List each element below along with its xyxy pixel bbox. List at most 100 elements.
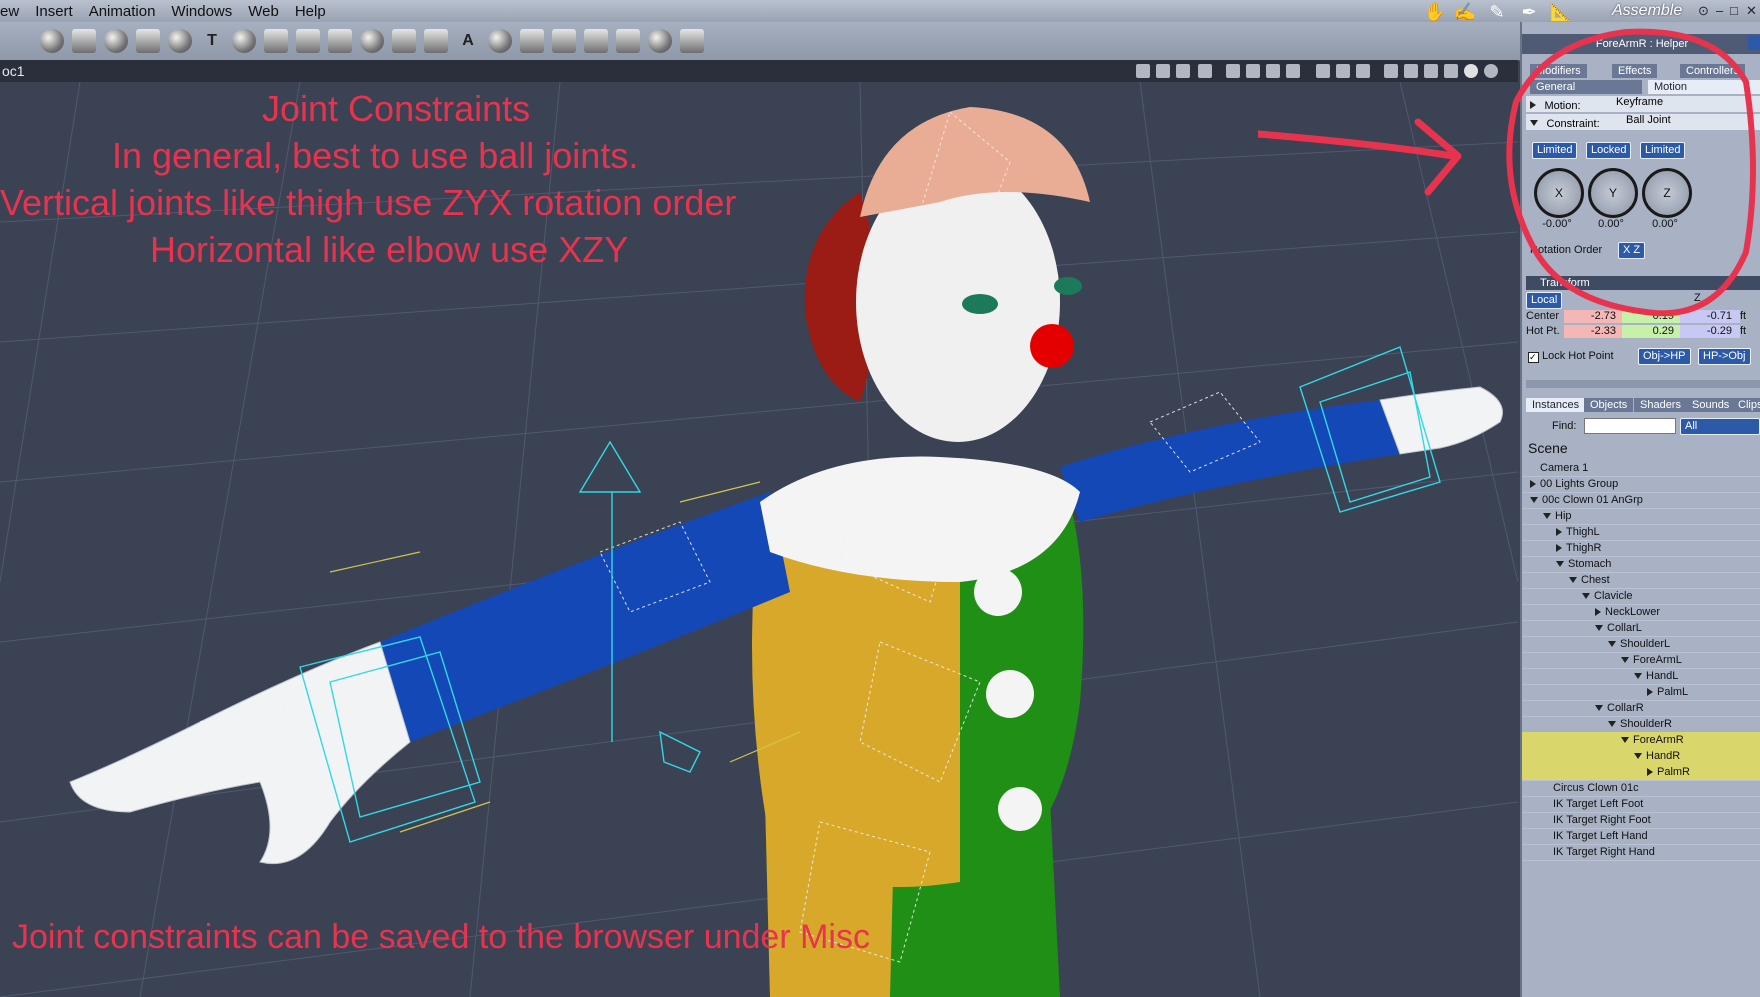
chair-tool-icon[interactable] [616,29,640,53]
paint-tool-icon[interactable] [552,29,576,53]
tree-row[interactable]: ShoulderR [1522,716,1760,733]
frame-icon[interactable] [1198,64,1212,78]
constraint-dropdown[interactable]: Ball Joint [1626,114,1671,126]
minimize-icon[interactable]: – [1716,3,1723,18]
constraint-expand-icon[interactable] [1530,119,1538,126]
expand-icon[interactable] [1647,768,1653,777]
mesh-tool-icon[interactable] [424,29,448,53]
tree-row[interactable]: NeckLower [1522,604,1760,621]
hotpt-z-field[interactable]: -0.29 [1680,325,1740,338]
tree-row[interactable]: IK Target Left Foot [1522,796,1760,813]
torus-tool-icon[interactable] [168,29,192,53]
tab-effects[interactable]: Effects [1612,64,1658,78]
menu-insert[interactable]: Insert [35,3,73,20]
center-y-field[interactable]: 0.19 [1622,310,1682,323]
tab-shaders[interactable]: Shaders [1634,398,1687,412]
hand-tool-icon[interactable] [360,29,384,53]
expand-icon[interactable] [1556,544,1562,553]
star-tool-icon[interactable] [296,29,320,53]
hp-to-obj-button[interactable]: HP->Obj [1698,348,1751,365]
close-icon[interactable]: ✕ [1746,3,1757,19]
tree-row[interactable]: CollarR [1522,700,1760,717]
font-tool-icon[interactable]: A [456,29,480,53]
tree-row[interactable]: Chest [1522,572,1760,589]
hotpt-y-field[interactable]: 0.29 [1622,325,1682,338]
motion-expand-icon[interactable] [1530,100,1536,109]
tree-row[interactable]: Hip [1522,508,1760,525]
center-x-field[interactable]: -2.73 [1564,310,1624,323]
tab-motion[interactable]: Motion [1648,80,1760,94]
tree-row[interactable]: IK Target Left Hand [1522,828,1760,845]
globe-tool-icon[interactable] [104,29,128,53]
tree-row[interactable]: ForeArmR [1522,732,1760,749]
shaded-sphere-icon[interactable] [1464,64,1478,78]
collapse-icon[interactable] [1621,737,1629,744]
obj-to-hp-button[interactable]: Obj->HP [1638,348,1691,365]
single-view-icon[interactable] [1226,64,1240,78]
solid-cube-icon[interactable] [1444,64,1458,78]
target-tool-icon[interactable] [648,29,672,53]
collapse-icon[interactable] [1543,513,1551,520]
shield-alt-icon[interactable] [1336,64,1350,78]
menu-view[interactable]: ew [0,3,19,20]
pencil-icon[interactable]: ✎ [1484,2,1510,22]
collapse-icon[interactable] [1608,721,1616,728]
collapse-icon[interactable] [1595,625,1603,632]
quad-view-icon[interactable] [1266,64,1280,78]
six-view-icon[interactable] [1286,64,1300,78]
collapse-icon[interactable] [1582,593,1590,600]
y-rotation-dial[interactable]: Y [1588,168,1638,218]
tree-row[interactable]: PalmL [1522,684,1760,701]
x-rotation-dial[interactable]: X [1534,168,1584,218]
maximize-icon[interactable]: □ [1730,3,1738,18]
expand-icon[interactable] [1595,608,1601,617]
tree-row[interactable]: PalmR [1522,764,1760,781]
3d-viewport[interactable]: Joint Constraints In general, best to us… [0,82,1518,997]
tree-row[interactable]: Camera 1 [1522,460,1760,477]
tab-clips[interactable]: Clips [1732,398,1760,412]
expand-icon[interactable] [1556,528,1562,537]
split-view-icon[interactable] [1246,64,1260,78]
wand-tool-icon[interactable] [680,29,704,53]
walk-icon[interactable] [1136,64,1150,78]
pan-icon[interactable] [1176,64,1190,78]
shield-icon[interactable] [1316,64,1330,78]
collapse-icon[interactable] [1634,673,1642,680]
menu-animation[interactable]: Animation [89,3,156,20]
bones-tool-icon[interactable] [136,29,160,53]
room-assemble-label[interactable]: Assemble [1612,2,1682,20]
text-tool-icon[interactable]: T [200,29,224,53]
tree-row[interactable]: HandR [1522,748,1760,765]
bowl-tool-icon[interactable] [488,29,512,53]
compass-icon[interactable] [1384,64,1398,78]
grid-tool-icon[interactable] [328,29,352,53]
x-limit-dropdown[interactable]: Limited [1532,142,1578,159]
tree-row[interactable]: 00 Lights Group [1522,476,1760,493]
plane-tool-icon[interactable] [264,29,288,53]
tab-objects[interactable]: Objects [1584,398,1634,412]
space-dropdown[interactable]: Local [1526,292,1563,309]
collapse-icon[interactable] [1621,657,1629,664]
tab-sounds[interactable]: Sounds [1686,398,1736,412]
motion-dropdown[interactable]: Keyframe [1616,96,1663,108]
render-sphere-icon[interactable] [1484,64,1498,78]
wire-cube-icon[interactable] [1424,64,1438,78]
collapse-icon[interactable] [1595,705,1603,712]
collapse-icon[interactable] [1556,561,1564,568]
tab-instances[interactable]: Instances [1526,398,1586,412]
tree-row[interactable]: ThighR [1522,540,1760,557]
center-z-field[interactable]: -0.71 [1680,310,1740,323]
tree-row[interactable]: CollarL [1522,620,1760,637]
scene-filter-dropdown[interactable]: All [1680,418,1760,435]
collapse-icon[interactable] [1608,641,1616,648]
hand-icon[interactable]: ✋ [1422,2,1448,22]
collapse-icon[interactable] [1569,577,1577,584]
gear-tool-icon[interactable] [232,29,256,53]
rotation-order-dropdown[interactable]: X Z [1618,242,1646,259]
menu-windows[interactable]: Windows [171,3,232,20]
pen-icon[interactable]: ✒ [1516,2,1542,22]
tree-row[interactable]: IK Target Right Hand [1522,844,1760,861]
y-limit-dropdown[interactable]: Locked [1586,142,1632,159]
tab-controllers[interactable]: Controllers [1680,64,1746,78]
sphere-tool-icon[interactable] [40,29,64,53]
